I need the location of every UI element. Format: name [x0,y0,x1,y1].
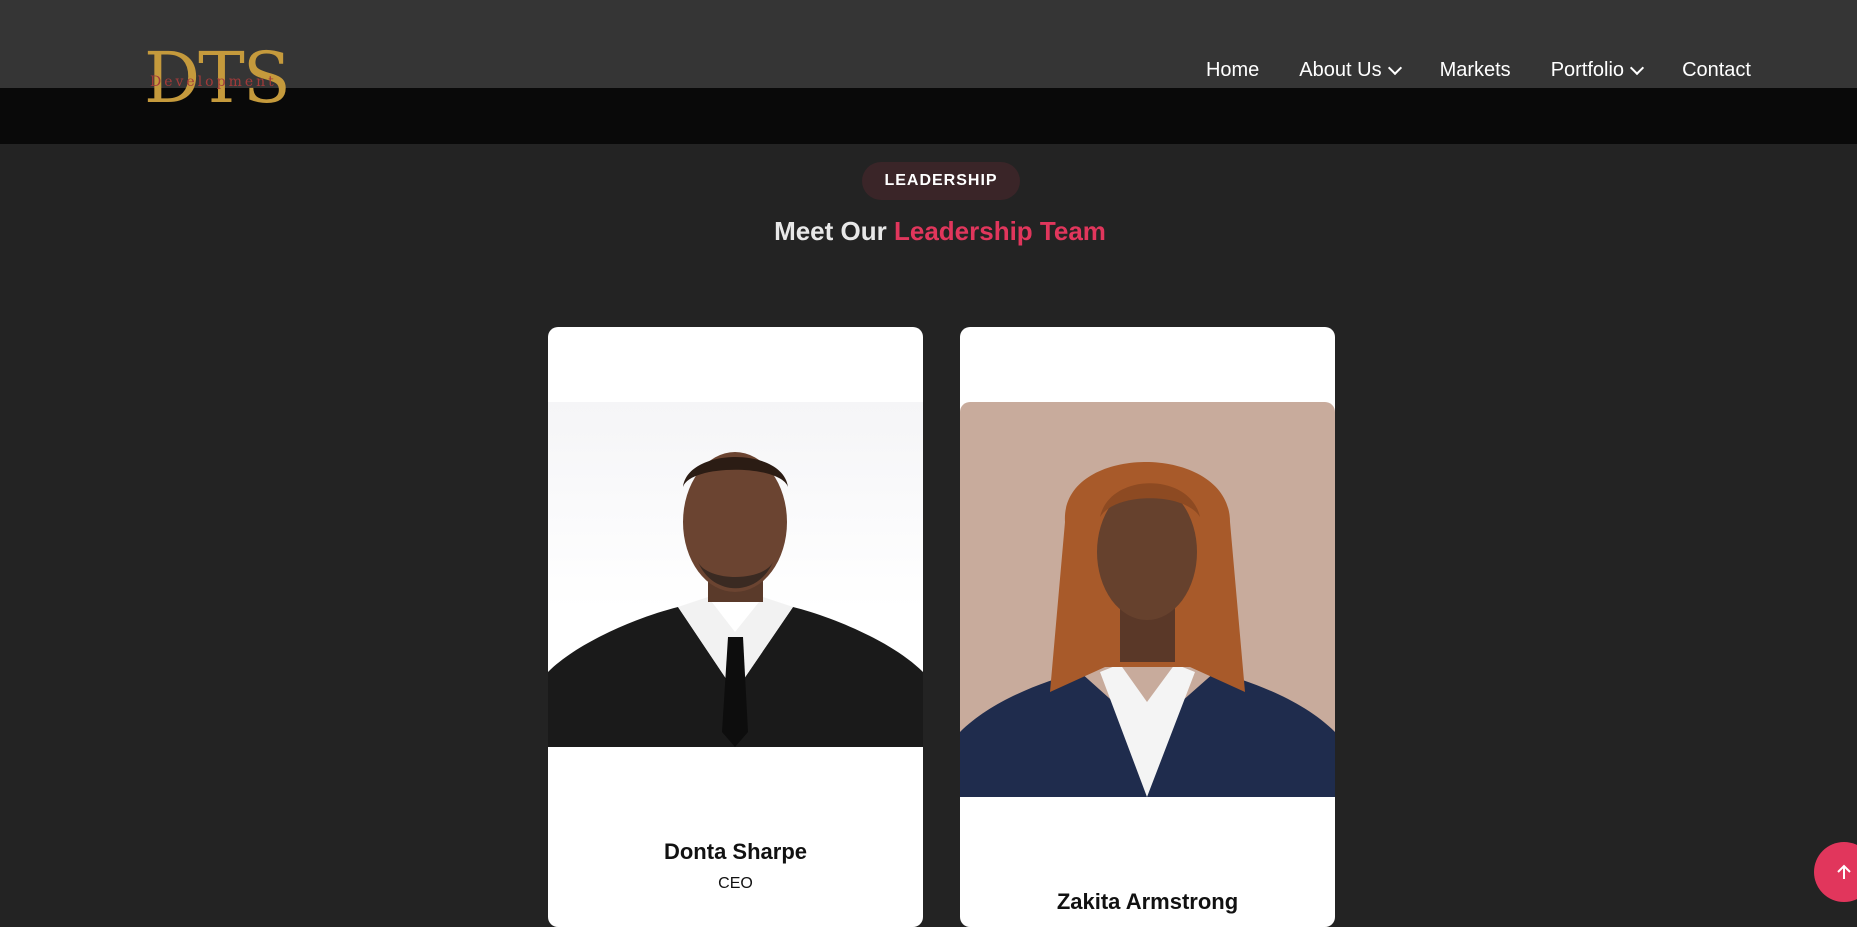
scroll-to-top-button[interactable] [1814,842,1857,902]
team-member-name: Donta Sharpe [663,839,808,864]
chevron-down-icon [1387,60,1402,75]
nav-about-us[interactable]: About Us [1299,58,1402,82]
arrow-up-icon [1837,864,1851,879]
nav-home[interactable]: Home [1206,59,1259,82]
section-title: Meet Our Leadership Team [0,216,1857,247]
nav-markets[interactable]: Markets [1440,59,1511,82]
main-nav: Home About Us Markets Portfolio Contact [1166,55,1751,85]
logo[interactable]: DTS Development [144,38,291,118]
team-photo [960,402,1335,797]
person-photo-icon [548,452,923,747]
nav-portfolio[interactable]: Portfolio [1550,58,1645,82]
team-member-name: Zakita Armstrong [1056,889,1239,914]
nav-about-us-label: About Us [1299,58,1382,81]
logo-subtext: Development [150,74,277,90]
section-title-accent: Leadership Team [893,216,1106,246]
team-photo [548,402,923,747]
person-photo-icon [960,462,1335,797]
team-card[interactable]: Zakita Armstrong [960,327,1335,927]
nav-home-label: Home [1205,58,1260,81]
team-member-role: CEO [718,875,753,892]
section-title-plain: Meet Our [774,216,894,246]
team-card[interactable]: Donta Sharpe CEO [548,327,923,927]
section-badge: LEADERSHIP [862,162,1020,200]
nav-contact[interactable]: Contact [1682,59,1751,82]
nav-markets-label: Markets [1439,58,1511,81]
nav-portfolio-label: Portfolio [1550,58,1625,81]
nav-contact-label: Contact [1682,58,1751,81]
chevron-down-icon [1629,60,1645,75]
